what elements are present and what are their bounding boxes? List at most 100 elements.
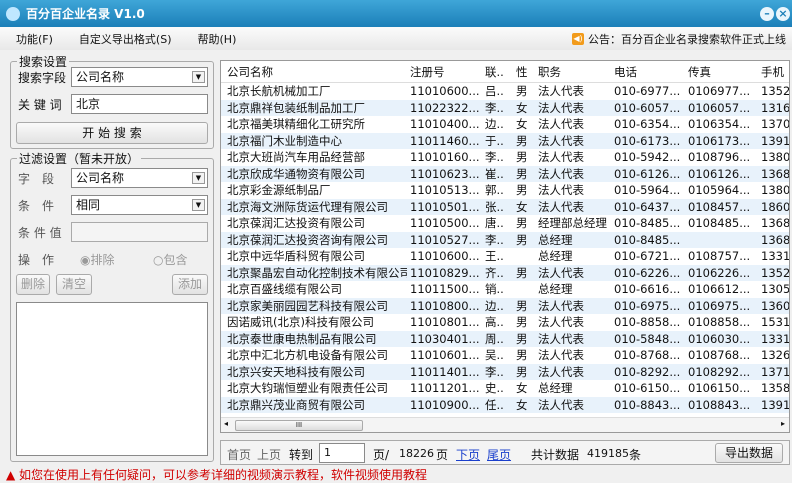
col-contact[interactable]: 联.. [485, 61, 504, 83]
page-input[interactable]: 1 [319, 443, 365, 463]
table-row[interactable]: 北京中远华盾科贸有限公司 11010600... 王.. 总经理 010-6721...… [221, 248, 789, 265]
keyword-input[interactable]: 北京 [71, 94, 208, 114]
chevron-down-icon[interactable]: ▼ [192, 172, 205, 184]
radio-exclude[interactable]: ◉排除 [80, 251, 115, 268]
table-row[interactable]: 北京大班尚汽车用品经营部 11010160... 李.. 男法人代表 010-5942.… [221, 149, 789, 166]
cell-company: 因诺威讯(北京)科技有限公司 [227, 315, 374, 329]
cell-position: 总经理 [538, 232, 573, 247]
cell-company: 北京兴安天地科技有限公司 [227, 364, 365, 379]
chevron-down-icon[interactable]: ▼ [192, 71, 205, 83]
prev-page-button[interactable]: 上页 [257, 446, 281, 463]
table-row[interactable]: 北京葆润汇达投资咨询有限公司 11010527... 李.. 男总经理 010-8485… [221, 231, 789, 248]
col-mobile[interactable]: 手机 [761, 61, 784, 83]
total-unit: 条 [629, 448, 642, 462]
cell-company: 北京大班尚汽车用品经营部 [227, 150, 365, 164]
filter-value-label: 条 件 值 [18, 226, 62, 240]
cell-fax: 0108796... [688, 150, 751, 164]
table-row[interactable]: 北京百盛线缆有限公司 11011500... 销.. 总经理 010-6616... 01… [221, 281, 789, 298]
scroll-left-icon[interactable]: ◂ [224, 419, 228, 428]
cell-position: 法人代表 [538, 100, 584, 115]
table-row[interactable]: 北京海文洲际货运代理有限公司 11010501... 张.. 女法人代表 010-643… [221, 198, 790, 215]
cell-phone: 010-6150... [614, 381, 681, 395]
horizontal-scrollbar[interactable]: ◂ III ▸ [221, 417, 789, 432]
table-row[interactable]: 北京鼎祥包装纸制品加工厂 11022322... 李.. 女法人代表 010-6057.… [221, 99, 789, 116]
delete-button[interactable]: 删除 [16, 274, 50, 295]
add-button[interactable]: 添加 [172, 274, 208, 295]
table-row[interactable]: 北京中汇北方机电设备有限公司 11010601... 吴.. 男法人代表 010-876… [221, 347, 789, 364]
cell-reg-no: 11010800... [410, 298, 480, 313]
export-data-button[interactable]: 导出数据 [715, 443, 783, 463]
total-pages: 18226 [399, 447, 434, 460]
table-row[interactable]: 北京鼎兴茂业商贸有限公司 11010900... 任.. 女法人代表 010-8843.… [221, 396, 789, 413]
col-position[interactable]: 职务 [538, 61, 561, 83]
cell-position: 总经理 [538, 249, 573, 263]
cell-contact: 王.. [485, 249, 504, 263]
menu-function[interactable]: 功能(F) [16, 31, 53, 47]
cell-phone: 010-5942... [614, 150, 681, 164]
col-fax[interactable]: 传真 [688, 61, 711, 83]
cell-fax: 0106975... [688, 298, 751, 313]
cell-phone: 010-6437... [614, 199, 681, 214]
filter-field-value: 公司名称 [76, 171, 125, 185]
table-row[interactable]: 北京兴安天地科技有限公司 11011401... 李.. 男法人代表 010-8292.… [221, 363, 789, 380]
cell-phone: 010-8485... [614, 216, 681, 230]
table-row[interactable]: 北京福美琪精细化工研究所 11010400... 边.. 女法人代表 010-6354.… [221, 116, 789, 133]
scroll-right-icon[interactable]: ▸ [781, 419, 785, 428]
table-row[interactable]: 北京彩金源纸制品厂 11010513... 郭.. 男法人代表 010-5964... 0… [221, 182, 789, 199]
last-page-link[interactable]: 尾页 [487, 446, 511, 463]
start-search-button[interactable]: 开 始 搜 索 [16, 122, 208, 144]
menu-help[interactable]: 帮助(H) [198, 31, 237, 47]
cell-company: 北京泰世康电热制品有限公司 [227, 331, 377, 346]
search-field-select[interactable]: 公司名称 ▼ [71, 67, 208, 87]
cell-mobile: 1860( [761, 199, 790, 214]
cell-fax: 0108485... [688, 216, 751, 230]
cell-contact: 齐.. [485, 265, 504, 280]
filter-field-label: 字 段 [18, 172, 55, 186]
filter-list[interactable] [16, 302, 208, 456]
cell-gender: 男 [516, 298, 528, 313]
menu-custom-export[interactable]: 自定义导出格式(S) [79, 31, 172, 47]
cell-contact: 高.. [485, 315, 504, 329]
table-row[interactable]: 北京福门木业制造中心 11011460... 于.. 男法人代表 010-6173...… [221, 132, 789, 149]
col-phone[interactable]: 电话 [614, 61, 637, 83]
cell-position: 法人代表 [538, 298, 584, 313]
minimize-button[interactable]: – [760, 7, 774, 21]
cell-phone: 010-6354... [614, 117, 681, 131]
filter-value-input[interactable] [71, 222, 208, 242]
next-page-link[interactable]: 下页 [456, 446, 480, 463]
cell-reg-no: 11010601... [410, 348, 480, 362]
first-page-button[interactable]: 首页 [227, 446, 251, 463]
cell-reg-no: 11010900... [410, 397, 480, 412]
col-gender[interactable]: 性 [516, 61, 528, 83]
cell-gender: 男 [516, 166, 528, 181]
filter-field-select[interactable]: 公司名称 ▼ [71, 168, 208, 188]
cell-company: 北京家美丽园园艺科技有限公司 [227, 298, 388, 313]
results-table: 公司名称 注册号 联.. 性 职务 电话 传真 手机 北京长航机械加工厂 1101… [220, 60, 790, 433]
col-company[interactable]: 公司名称 [227, 61, 273, 83]
cell-fax: 0106030... [688, 331, 751, 346]
scrollbar-thumb[interactable]: III [235, 420, 363, 431]
table-row[interactable]: 北京家美丽园园艺科技有限公司 11010800... 边.. 男法人代表 010-697… [221, 297, 789, 314]
table-row[interactable]: 北京欣成华通物资有限公司 11010623... 崔.. 男法人代表 010-6126.… [221, 165, 789, 182]
table-row[interactable]: 因诺威讯(北京)科技有限公司 11010801... 高.. 男法人代表 010-885… [221, 314, 789, 331]
radio-exclude-label: 排除 [90, 253, 115, 267]
table-row[interactable]: 北京葆润汇达投资有限公司 11010500... 唐.. 男经理部总经理 010-848… [221, 215, 789, 232]
cell-fax: 0106057... [688, 100, 751, 115]
table-row[interactable]: 北京长航机械加工厂 11010600... 吕.. 男法人代表 010-6977... 0… [221, 83, 789, 100]
cell-fax: 0106173... [688, 133, 751, 148]
table-row[interactable]: 北京大钧瑞恒塑业有限责任公司 11011201... 史.. 女总经理 010-6150… [221, 380, 789, 397]
cell-mobile: 13311 [761, 331, 790, 346]
chevron-down-icon[interactable]: ▼ [192, 199, 205, 211]
table-row[interactable]: 北京聚晶宏自动化控制技术有限公司 11010829... 齐.. 男法人代表 010-6… [221, 264, 789, 281]
close-button[interactable]: × [776, 7, 790, 21]
cell-company: 北京葆润汇达投资咨询有限公司 [227, 232, 388, 247]
table-row[interactable]: 北京泰世康电热制品有限公司 11030401... 周.. 男法人代表 010-5848… [221, 330, 790, 347]
cell-reg-no: 11010160... [410, 150, 480, 164]
cell-reg-no: 11010829... [410, 265, 480, 280]
cell-fax: 0105964... [688, 183, 751, 197]
filter-cond-select[interactable]: 相同 ▼ [71, 195, 208, 215]
col-reg-no[interactable]: 注册号 [410, 61, 445, 83]
clear-button[interactable]: 清空 [56, 274, 92, 295]
radio-include[interactable]: ○包含 [153, 251, 188, 268]
cell-position: 法人代表 [538, 364, 584, 379]
